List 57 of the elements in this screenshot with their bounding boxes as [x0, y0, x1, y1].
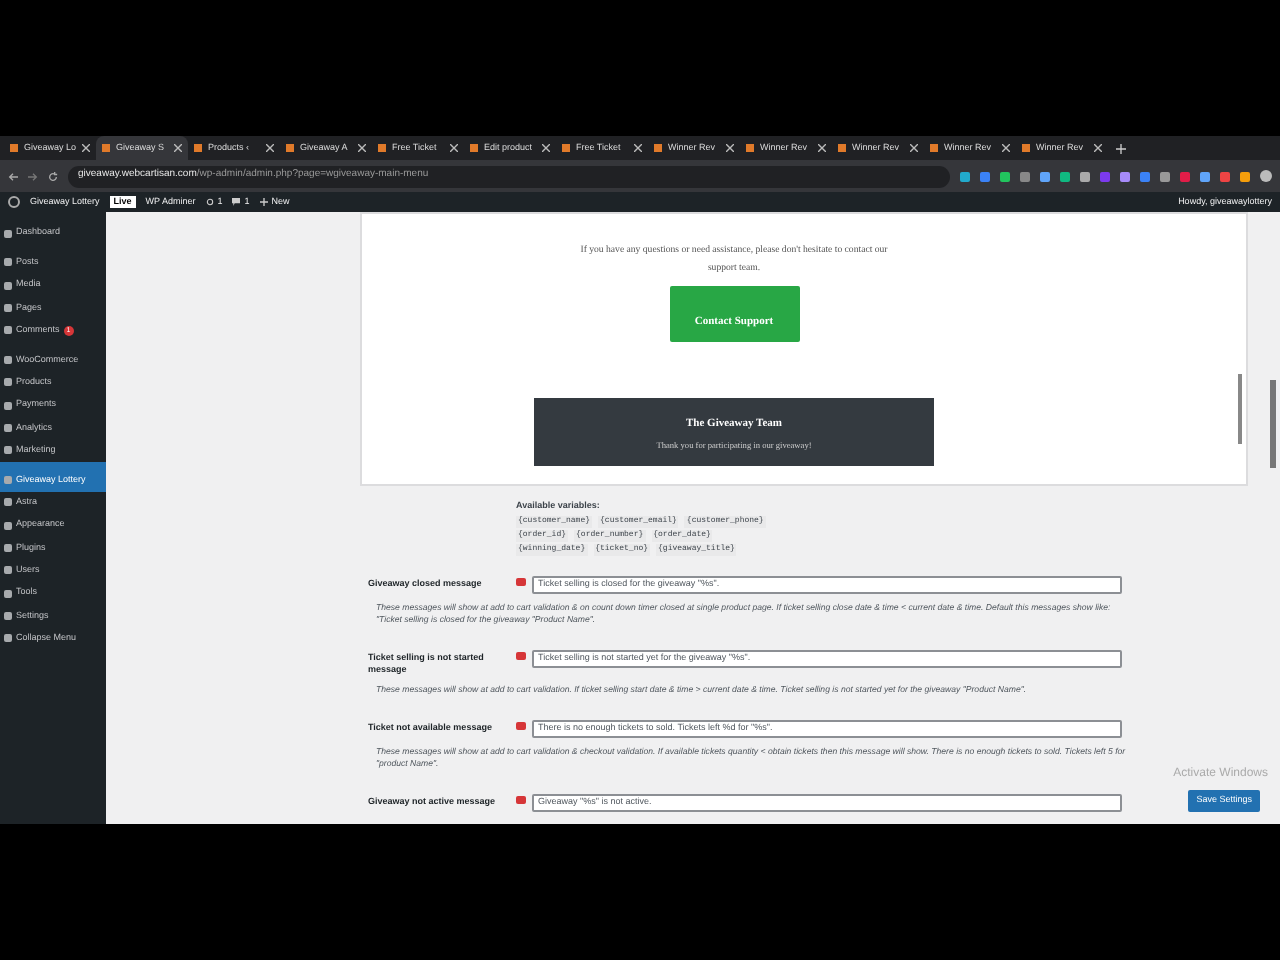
required-icon	[516, 721, 526, 730]
tab-favicon-icon	[746, 144, 754, 152]
tab-close-icon[interactable]	[174, 144, 182, 152]
profile-avatar[interactable]	[1260, 170, 1272, 182]
tab-favicon-icon	[102, 144, 110, 152]
tab-favicon-icon	[470, 144, 478, 152]
comment-icon	[232, 198, 241, 206]
tab-favicon-icon	[654, 144, 662, 152]
tab-close-icon[interactable]	[1094, 144, 1102, 152]
tab-favicon-icon	[562, 144, 570, 152]
tab-close-icon[interactable]	[450, 144, 458, 152]
menu-icon	[4, 566, 12, 575]
menu-icon	[4, 476, 12, 485]
tab-favicon-icon	[286, 144, 294, 152]
menu-icon	[4, 446, 12, 455]
tab-close-icon[interactable]	[358, 144, 366, 152]
menu-icon	[4, 356, 12, 365]
tab-favicon-icon	[930, 144, 938, 152]
menu-icon	[4, 378, 12, 387]
menu-icon	[4, 229, 12, 238]
required-icon	[516, 651, 526, 660]
tab-favicon-icon	[378, 144, 386, 152]
tab-close-icon[interactable]	[82, 144, 91, 152]
tab-close-icon[interactable]	[266, 144, 274, 152]
back-icon[interactable]	[8, 171, 18, 181]
tab-favicon-icon	[1022, 144, 1030, 152]
plus-icon	[259, 198, 268, 206]
menu-icon	[4, 611, 12, 620]
menu-icon	[4, 521, 12, 530]
forward-icon[interactable]	[28, 171, 38, 181]
tab-favicon-icon	[10, 144, 18, 152]
tab-favicon-icon	[194, 144, 202, 152]
menu-icon	[4, 281, 12, 290]
new-tab-icon[interactable]	[1116, 144, 1126, 154]
updates-icon	[205, 198, 214, 206]
tab-favicon-icon	[838, 144, 846, 152]
wordpress-logo-icon[interactable]	[8, 196, 20, 208]
menu-icon	[4, 326, 12, 335]
menu-icon	[4, 544, 12, 552]
reload-icon[interactable]	[48, 171, 58, 181]
tab-close-icon[interactable]	[910, 144, 918, 152]
tab-close-icon[interactable]	[726, 144, 734, 152]
menu-icon	[4, 589, 12, 598]
required-icon	[516, 577, 526, 586]
required-icon	[516, 795, 526, 804]
tab-close-icon[interactable]	[1002, 144, 1010, 152]
preview-scrollbar[interactable]	[1238, 374, 1242, 444]
menu-icon	[4, 634, 12, 643]
menu-icon	[4, 258, 12, 267]
tab-close-icon[interactable]	[818, 144, 826, 152]
extension-icons-drawing[interactable]	[960, 171, 1250, 181]
menu-icon	[4, 424, 12, 433]
menu-icon	[4, 304, 12, 313]
tab-close-icon[interactable]	[634, 144, 642, 152]
menu-icon	[4, 401, 12, 410]
menu-icon	[4, 498, 12, 507]
tab-close-icon[interactable]	[542, 144, 550, 152]
